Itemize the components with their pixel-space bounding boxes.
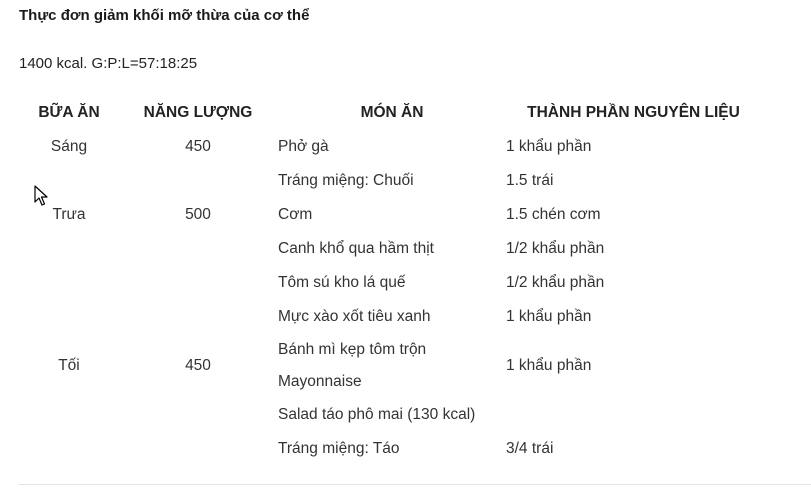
meal-cell <box>20 266 118 300</box>
meal-plan-table: BỮA ĂN NĂNG LƯỢNG MÓN ĂN THÀNH PHẦN NGUY… <box>20 96 761 466</box>
table-row: Mực xào xốt tiêu xanh 1 khẩu phần <box>20 300 761 334</box>
energy-cell <box>118 266 278 300</box>
header-dish: MÓN ĂN <box>360 104 424 121</box>
ingredient-cell <box>506 398 761 432</box>
energy-cell: 450 <box>185 357 211 374</box>
dish-cell: Cơm <box>278 206 313 223</box>
page-title: Thực đơn giảm khối mỡ thừa của cơ thể <box>19 7 310 24</box>
ingredient-cell: 1/2 khẩu phần <box>506 274 605 291</box>
ingredient-cell: 1/2 khẩu phần <box>506 240 605 257</box>
energy-cell <box>118 398 278 432</box>
dish-cell: Tráng miệng: Táo <box>278 440 400 457</box>
dish-cell: Phở gà <box>278 138 329 155</box>
dish-cell: Mực xào xốt tiêu xanh <box>278 308 431 325</box>
table-row: Tối 450 Bánh mì kẹp tôm trộn Mayonnaise … <box>20 334 761 398</box>
energy-cell: 500 <box>185 206 211 223</box>
bottom-divider <box>19 484 811 485</box>
dish-cell: Tráng miệng: Chuối <box>278 172 414 189</box>
table-row: Tráng miệng: Táo 3/4 trái <box>20 432 761 466</box>
ingredient-cell: 1 khẩu phần <box>506 357 592 374</box>
ingredient-cell: 1 khẩu phần <box>506 138 592 155</box>
arrow-cursor-icon <box>34 185 48 207</box>
dish-cell: Bánh mì kẹp tôm trộn Mayonnaise <box>278 341 427 390</box>
ingredient-cell: 1.5 trái <box>506 172 554 189</box>
dish-cell: Salad táo phô mai (130 kcal) <box>278 406 476 423</box>
table-row: Sáng 450 Phở gà 1 khẩu phần <box>20 130 761 164</box>
table-row: Salad táo phô mai (130 kcal) <box>20 398 761 432</box>
energy-cell <box>118 232 278 266</box>
energy-cell: 450 <box>185 138 211 155</box>
meal-cell <box>20 232 118 266</box>
table-row: Canh khổ qua hầm thịt 1/2 khẩu phần <box>20 232 761 266</box>
header-ingredient: THÀNH PHẦN NGUYÊN LIỆU <box>527 104 740 121</box>
meal-cell: Sáng <box>50 138 88 155</box>
meal-cell <box>20 398 118 432</box>
dish-cell: Canh khổ qua hầm thịt <box>278 240 434 257</box>
energy-cell <box>118 300 278 334</box>
header-energy: NĂNG LƯỢNG <box>143 104 253 121</box>
energy-cell <box>118 432 278 466</box>
nutrition-summary: 1400 kcal. G:P:L=57:18:25 <box>19 55 198 72</box>
dish-cell: Tôm sú kho lá quế <box>278 274 406 291</box>
meal-cell <box>20 432 118 466</box>
header-meal: BỮA ĂN <box>38 104 100 121</box>
table-header-row: BỮA ĂN NĂNG LƯỢNG MÓN ĂN THÀNH PHẦN NGUY… <box>20 96 761 130</box>
meal-cell <box>20 300 118 334</box>
table-row: Tráng miệng: Chuối 1.5 trái <box>20 164 761 198</box>
table-row: Trưa 500 Cơm 1.5 chén cơm <box>20 198 761 232</box>
ingredient-cell: 1.5 chén cơm <box>506 206 601 223</box>
ingredient-cell: 1 khẩu phần <box>506 308 592 325</box>
ingredient-cell: 3/4 trái <box>506 440 554 457</box>
meal-cell: Tối <box>58 357 80 374</box>
table-row: Tôm sú kho lá quế 1/2 khẩu phần <box>20 266 761 300</box>
energy-cell <box>118 164 278 198</box>
